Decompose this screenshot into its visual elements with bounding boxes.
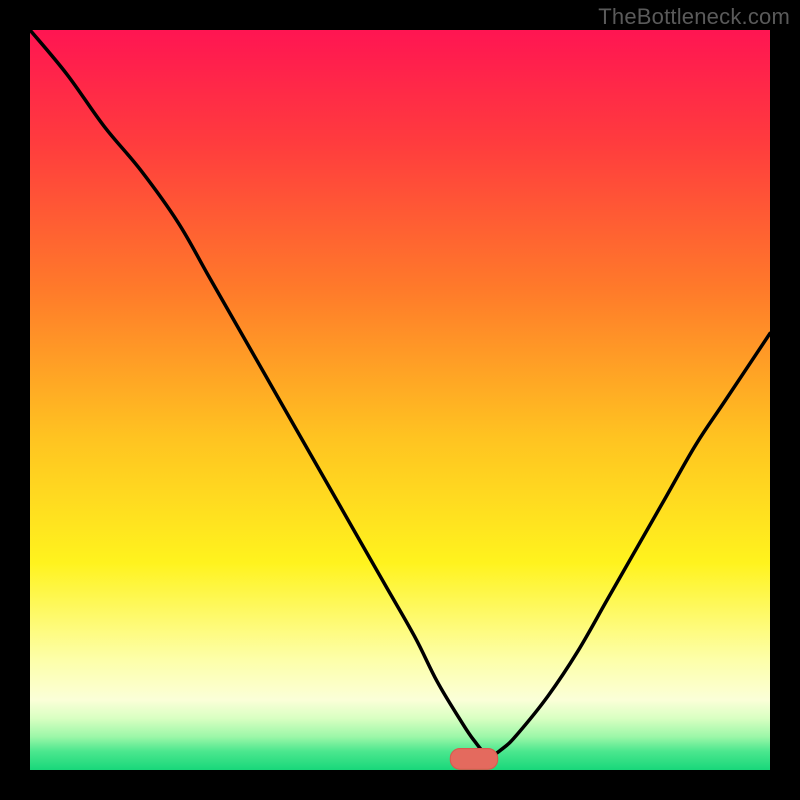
chart-frame: TheBottleneck.com [0, 0, 800, 800]
watermark-label: TheBottleneck.com [598, 4, 790, 30]
bottleneck-chart [30, 30, 770, 770]
gradient-background [30, 30, 770, 770]
optimal-marker [450, 749, 497, 770]
